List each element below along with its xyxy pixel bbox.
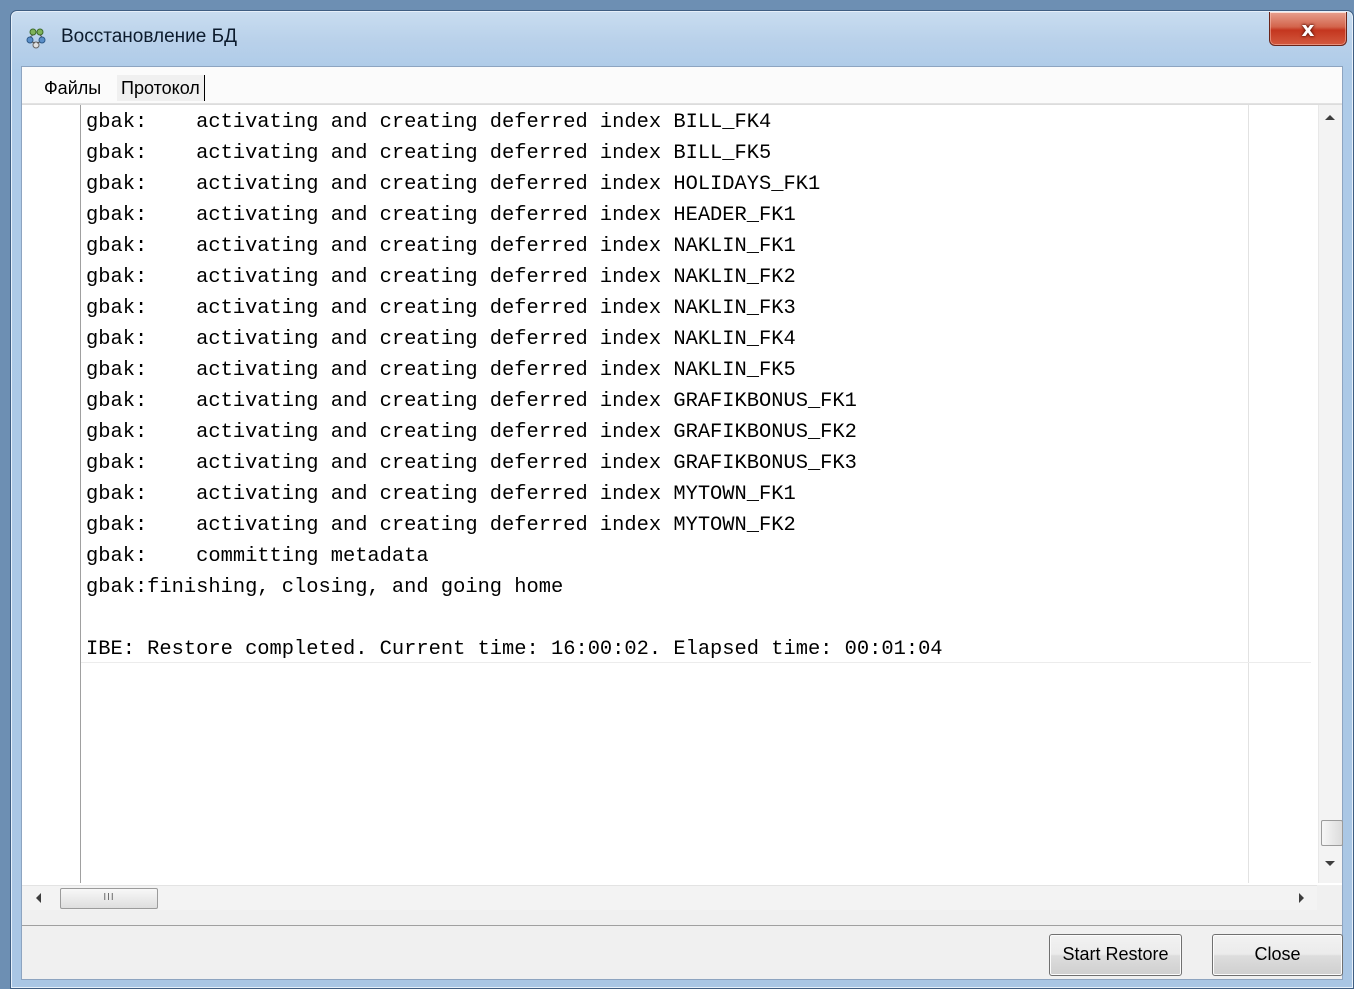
start-restore-button[interactable]: Start Restore xyxy=(1049,934,1182,976)
horizontal-scroll-thumb[interactable]: III xyxy=(60,888,158,909)
window-close-button[interactable]: x xyxy=(1269,12,1347,46)
scroll-right-arrow-icon[interactable] xyxy=(1299,893,1304,903)
log-editor[interactable]: gbak: activating and creating deferred i… xyxy=(22,104,1343,885)
close-icon: x xyxy=(1301,16,1315,41)
scroll-left-arrow-icon[interactable] xyxy=(36,893,41,903)
log-text[interactable]: gbak: activating and creating deferred i… xyxy=(86,107,943,665)
horizontal-scrollbar[interactable]: III xyxy=(22,885,1317,910)
database-network-icon xyxy=(26,28,46,49)
vertical-scrollbar[interactable] xyxy=(1318,105,1343,883)
tab-files[interactable]: Файлы xyxy=(40,75,105,101)
gutter-divider xyxy=(80,105,81,883)
title-bar[interactable]: Восстановление БД x xyxy=(11,11,1353,65)
footer-separator xyxy=(22,925,1342,926)
window-title: Восстановление БД xyxy=(61,26,237,47)
restore-db-window: Восстановление БД x Файлы Протокол gbak:… xyxy=(10,10,1354,989)
tab-protocol[interactable]: Протокол xyxy=(117,75,205,101)
dialog-client-area: Файлы Протокол gbak: activating and crea… xyxy=(21,66,1343,980)
scroll-up-arrow-icon[interactable] xyxy=(1325,115,1335,120)
close-button[interactable]: Close xyxy=(1212,934,1343,976)
vertical-scroll-thumb[interactable] xyxy=(1321,820,1343,846)
tab-bar: Файлы Протокол xyxy=(22,67,1342,104)
scroll-down-arrow-icon[interactable] xyxy=(1325,861,1335,866)
right-margin-line xyxy=(1248,105,1249,883)
